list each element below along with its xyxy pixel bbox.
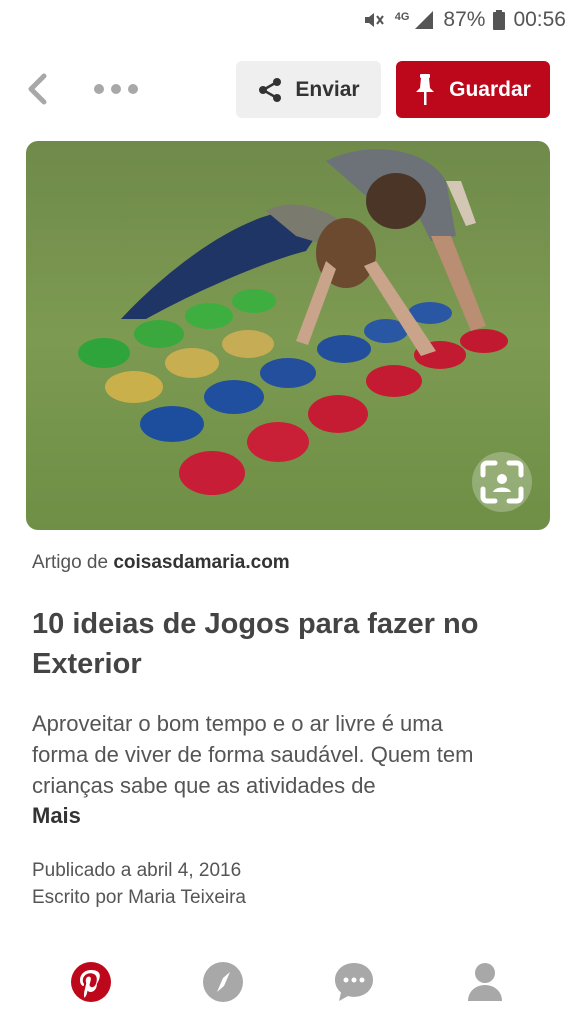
nav-messages[interactable] [332,960,376,1004]
network-type: 4G [394,11,410,23]
nav-home[interactable] [69,960,113,1004]
send-button[interactable]: Enviar [236,61,381,118]
bottom-navigation [0,950,576,1020]
chevron-left-icon [28,73,47,105]
author-line: Escrito por Maria Teixeira [32,887,247,908]
more-horizontal-icon [94,84,104,94]
back-button[interactable] [20,72,54,106]
status-bar: 4G 87% 00:56 [0,0,576,40]
send-label: Enviar [295,77,360,101]
more-link[interactable]: Mais [32,803,81,829]
source-domain-link[interactable]: coisasdamaria.com [113,552,289,573]
visual-search-button[interactable] [472,452,532,512]
mute-icon [364,13,384,27]
pinterest-home-icon [71,962,111,1002]
battery-percent: 87% [443,8,486,31]
signal-icon [415,11,434,29]
pin-photo [26,141,550,530]
published-date: Publicado a abril 4, 2016 [32,860,242,881]
explore-compass-icon [203,962,243,1002]
source-prefix: Artigo de [32,552,109,573]
pin-image[interactable] [26,141,550,530]
nav-profile[interactable] [463,960,507,1004]
clock: 00:56 [513,8,566,31]
pin-icon [416,73,435,105]
battery-icon [493,10,506,30]
profile-icon [468,963,502,1001]
nav-explore[interactable] [201,960,245,1004]
save-button[interactable]: Guardar [396,61,550,118]
share-icon [259,77,282,102]
more-options-button[interactable] [94,76,138,102]
save-label: Guardar [449,77,531,101]
article-description: Aproveitar o bom tempo e o ar livre é um… [32,711,474,798]
article-source: Artigo de coisasdamaria.com [32,552,290,574]
article-title[interactable]: 10 ideias de Jogos para fazer no Exterio… [32,604,542,684]
messages-icon [335,963,373,1001]
visual-search-icon [480,460,524,504]
pin-header: Enviar Guardar [0,60,576,118]
